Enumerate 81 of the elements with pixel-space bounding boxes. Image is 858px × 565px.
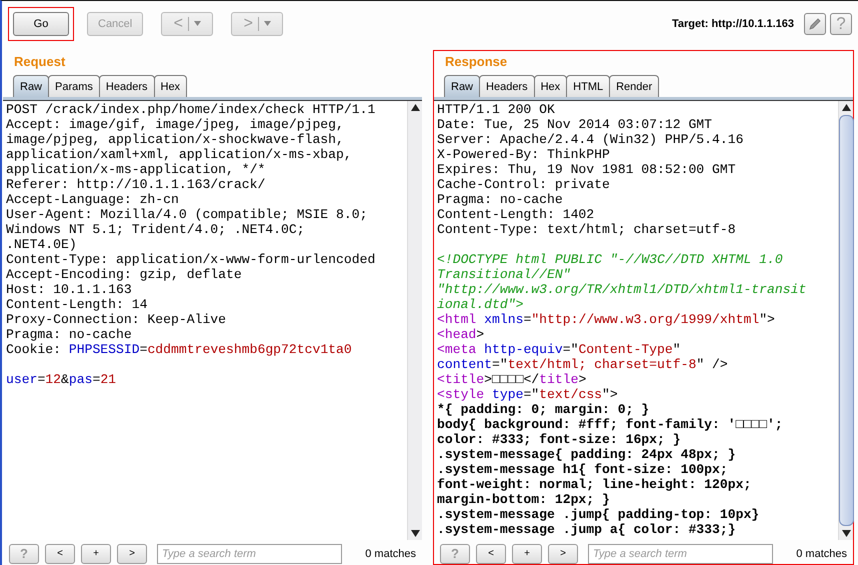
caret-icon: [194, 21, 201, 26]
code-line: <html xmlns="http://www.w3.org/1999/xhtml">: [437, 312, 776, 327]
tab[interactable]: Render: [609, 75, 660, 97]
code-line: image/pjpeg, application/x-shockwave-flash,: [6, 132, 345, 147]
code-line: .system-message .jump a{ color: #333;}: [437, 522, 737, 537]
code-line: .system-message .jump{ padding-top: 10px}: [437, 507, 760, 522]
code-line: <head>: [437, 327, 485, 342]
code-line: User-Agent: Mozilla/4.0 (compatible; MSIE 8.0;: [6, 207, 368, 222]
code-line: margin-bottom: 12px; }: [437, 492, 611, 507]
code-line: Cache-Control: private: [437, 177, 611, 192]
up-arrow-icon: [842, 104, 850, 111]
code-line: Server: Apache/2.4.4 (Win32) PHP/5.4.16: [437, 132, 744, 147]
down-arrow-icon: [842, 530, 850, 537]
code-line: user=12&pas=21: [6, 372, 118, 387]
code-line: Transitional//EN": [437, 267, 572, 282]
code-line: color: #333; font-size: 16px; }: [437, 432, 682, 447]
code-line: ional.dtd">: [437, 297, 524, 312]
code-line: <style type="text/css">: [437, 387, 619, 402]
tab[interactable]: Params: [48, 75, 100, 97]
code-line: Pragma: no-cache: [437, 192, 564, 207]
code-line: content="text/html; charset=utf-8" />: [437, 357, 729, 372]
target-label: Target: http://10.1.1.163: [672, 18, 794, 30]
tab[interactable]: Raw: [13, 75, 50, 97]
tab[interactable]: Hex: [534, 75, 568, 97]
code-line: Pragma: no-cache: [6, 327, 133, 342]
code-line: body{ background: #fff; font-family: '□□□□';: [437, 417, 784, 432]
code-line: Content-Length: 14: [6, 297, 148, 312]
previous-button[interactable]: <: [45, 544, 75, 564]
code-line: .NET4.0E): [6, 237, 78, 252]
code-line: Cookie: PHPSESSID=cddmmtreveshmb6gp72tcv1ta0: [6, 342, 353, 357]
tab[interactable]: Hex: [154, 75, 188, 97]
code-line: Date: Tue, 25 Nov 2014 03:07:12 GMT: [437, 117, 714, 132]
code-line: Accept-Language: zh-cn: [6, 192, 180, 207]
code-line: Expires: Thu, 19 Nov 1981 08:52:00 GMT: [437, 162, 737, 177]
code-line: Referer: http://10.1.1.163/crack/: [6, 177, 266, 192]
code-line: "http://www.w3.org/TR/xhtml1/DTD/xhtml1-transit: [437, 282, 808, 297]
next-button[interactable]: >: [548, 544, 578, 564]
pencil-icon: [808, 16, 822, 30]
go-button[interactable]: Go: [13, 12, 69, 36]
code-line: X-Powered-By: ThinkPHP: [437, 147, 611, 162]
code-line: Proxy-Connection: Keep-Alive: [6, 312, 228, 327]
code-line: POST /crack/index.php/home/index/check HTTP/1.1: [6, 102, 376, 117]
code-line: application/xaml+xml, application/x-ms-xbap,: [6, 147, 353, 162]
code-line: <!DOCTYPE html PUBLIC "-//W3C//DTD XHTML 1.0: [437, 252, 784, 267]
next-button[interactable]: >: [117, 544, 147, 564]
code-line: Windows NT 5.1; Trident/4.0; .NET4.0C;: [6, 222, 306, 237]
tab[interactable]: Headers: [98, 75, 154, 97]
message-editor[interactable]: [3, 100, 422, 540]
code-line: Accept: image/gif, image/jpeg, image/pjpeg,: [6, 117, 345, 132]
scrollbar[interactable]: [838, 101, 853, 540]
code-line: Accept-Encoding: gzip, deflate: [6, 267, 243, 282]
panel-title: Request: [13, 53, 66, 71]
add-button[interactable]: +: [81, 544, 111, 564]
tab[interactable]: Raw: [444, 75, 480, 97]
edit-button[interactable]: [804, 12, 826, 34]
code-line: application/x-ms-application, */*: [6, 162, 266, 177]
add-button[interactable]: +: [512, 544, 542, 564]
match-count: 0 matches: [796, 548, 847, 560]
search-field[interactable]: Type a search term: [157, 544, 342, 564]
code-line: HTTP/1.1 200 OK: [437, 102, 556, 117]
up-arrow-icon: [410, 104, 420, 111]
match-count: 0 matches: [365, 548, 416, 560]
caret-icon: [264, 21, 271, 26]
down-arrow-icon: [410, 530, 420, 537]
panel-title: Response: [444, 53, 508, 71]
code-line: <meta http-equiv="Content-Type": [437, 342, 682, 357]
code-line: *{ padding: 0; margin: 0; }: [437, 402, 650, 417]
message-editor[interactable]: [434, 100, 853, 540]
code-line: Content-Length: 1402: [437, 207, 596, 222]
tab[interactable]: HTML: [566, 75, 610, 97]
tab[interactable]: Headers: [479, 75, 535, 97]
previous-button[interactable]: <: [476, 544, 506, 564]
code-line: Host: 10.1.1.163: [6, 282, 133, 297]
code-line: .system-message h1{ font-size: 100px;: [437, 462, 729, 477]
code-line: Content-Type: application/x-www-form-urlencoded: [6, 252, 376, 267]
code-line: .system-message{ padding: 24px 48px; }: [437, 447, 737, 462]
scrollbar[interactable]: [407, 101, 422, 540]
search-field[interactable]: Type a search term: [588, 544, 773, 564]
code-line: Content-Type: text/html; charset=utf-8: [437, 222, 737, 237]
code-line: <title>□□□□</title>: [437, 372, 588, 387]
code-line: font-weight: normal; line-height: 120px;: [437, 477, 752, 492]
